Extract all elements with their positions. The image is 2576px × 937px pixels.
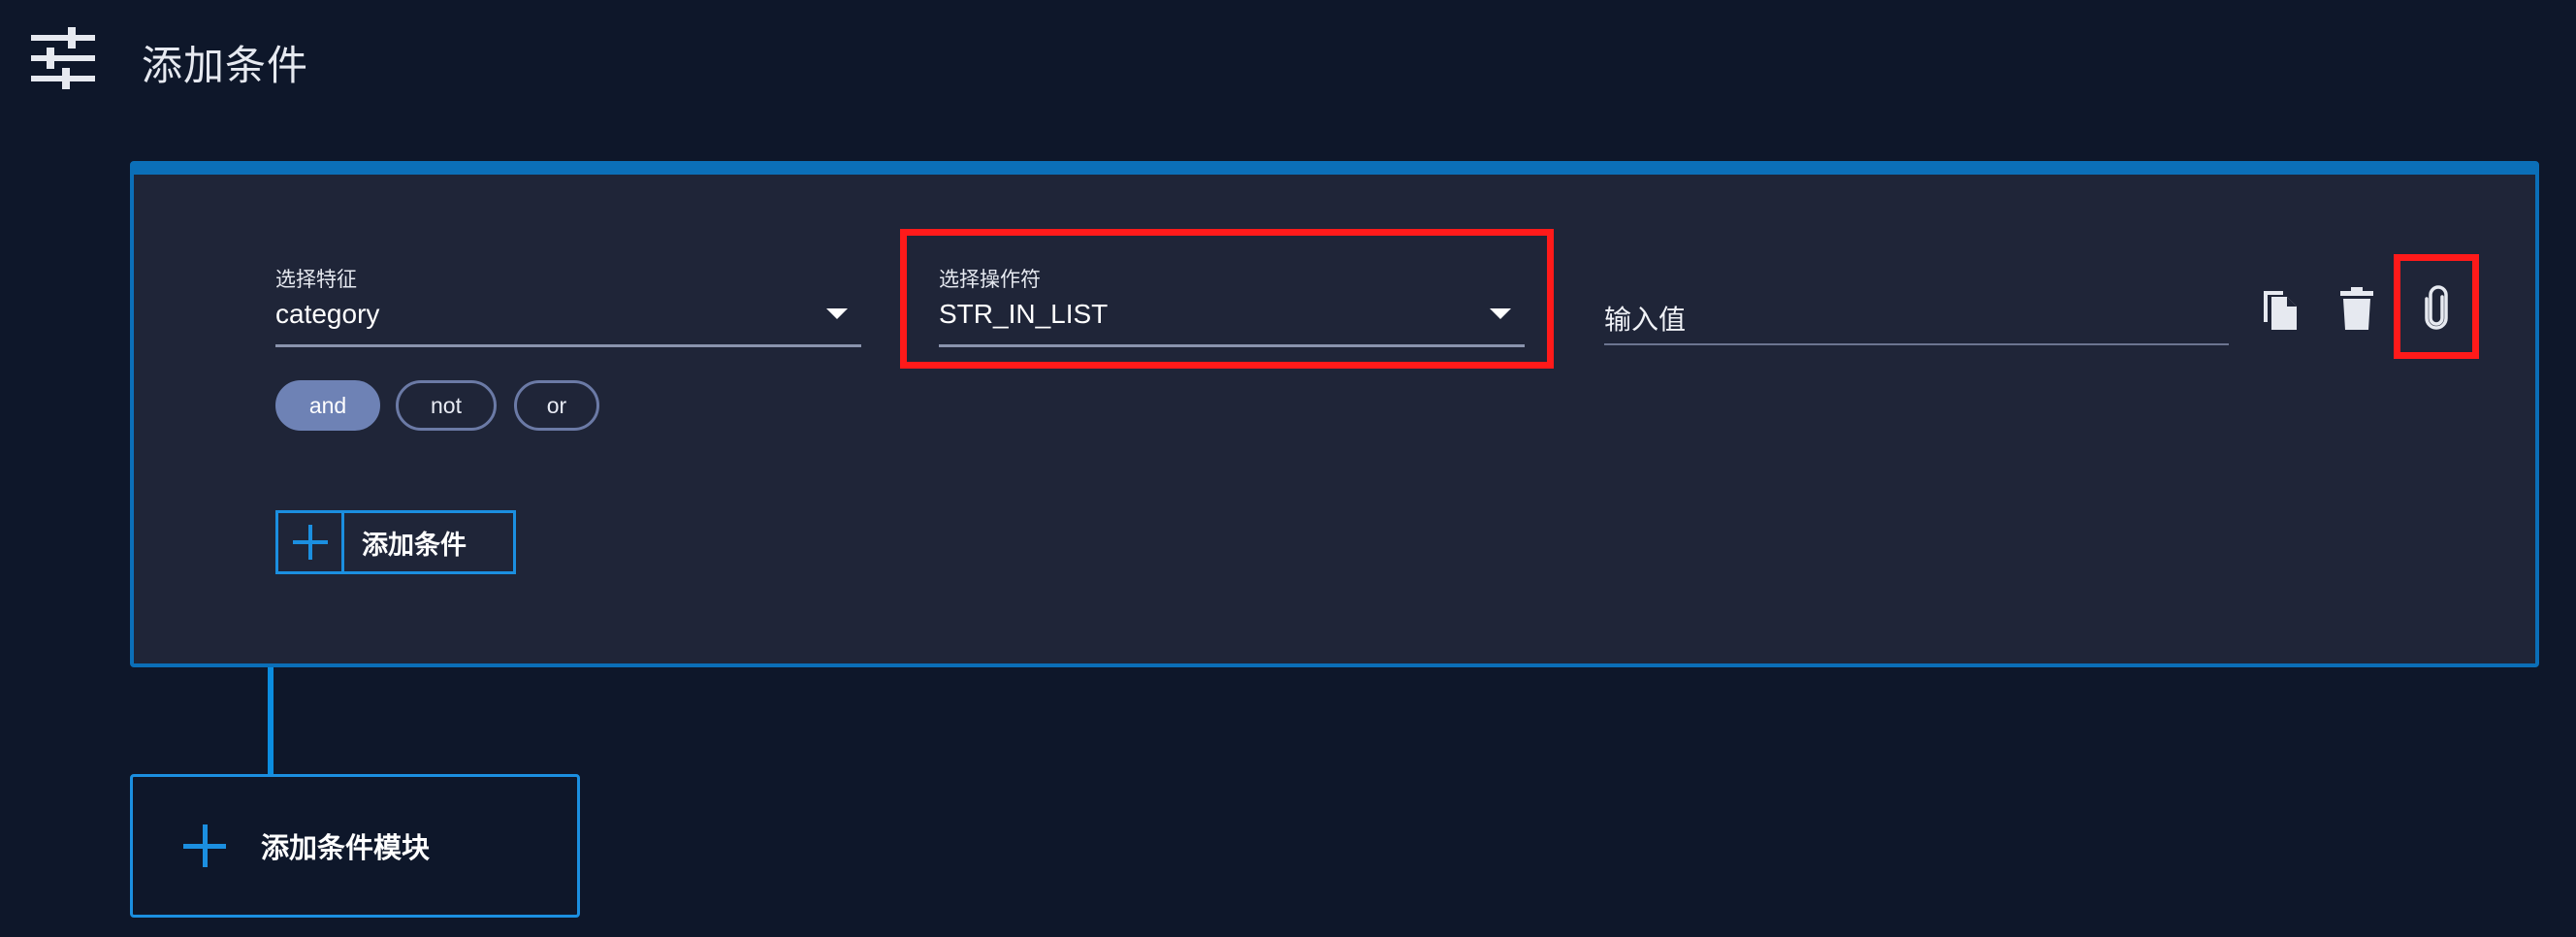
plus-icon (278, 513, 344, 571)
underline (275, 344, 861, 347)
add-condition-label: 添加条件 (362, 530, 467, 560)
trash-icon (2340, 287, 2373, 330)
page-title: 添加条件 (142, 43, 309, 88)
feature-select[interactable]: 选择特征 category (275, 264, 861, 347)
value-input[interactable]: 输入值 (1604, 264, 2229, 345)
caret-down-icon[interactable] (826, 308, 848, 319)
attach-button[interactable] (2411, 279, 2462, 338)
value-input-placeholder: 输入值 (1604, 305, 1687, 335)
operator-select-value: STR_IN_LIST (939, 299, 1109, 329)
delete-button[interactable] (2332, 279, 2382, 338)
feature-select-label: 选择特征 (275, 269, 357, 291)
sliders-icon[interactable] (29, 27, 97, 89)
operator-select-label: 选择操作符 (939, 269, 1041, 291)
connector-line (268, 667, 274, 776)
copy-icon (2264, 291, 2297, 330)
plus-icon (183, 824, 226, 867)
add-condition-block-button[interactable]: 添加条件模块 (130, 774, 580, 918)
feature-select-value: category (275, 299, 380, 329)
add-condition-block-label: 添加条件模块 (261, 833, 431, 864)
logic-not-toggle[interactable]: not (396, 380, 497, 431)
underline (1604, 343, 2229, 345)
condition-card: 选择特征 category 选择操作符 STR_IN_LIST 输入值 and … (130, 161, 2539, 667)
underline (939, 344, 1525, 347)
paperclip-icon (2425, 285, 2448, 330)
caret-down-icon[interactable] (1490, 308, 1511, 319)
logic-and-toggle[interactable]: and (275, 380, 380, 431)
copy-button[interactable] (2254, 279, 2304, 338)
operator-select[interactable]: 选择操作符 STR_IN_LIST (939, 264, 1525, 347)
page: 添加条件 选择特征 category 选择操作符 STR_IN_LIST 输入值 (0, 0, 2576, 937)
logic-or-toggle[interactable]: or (514, 380, 599, 431)
add-condition-button[interactable]: 添加条件 (275, 510, 516, 574)
